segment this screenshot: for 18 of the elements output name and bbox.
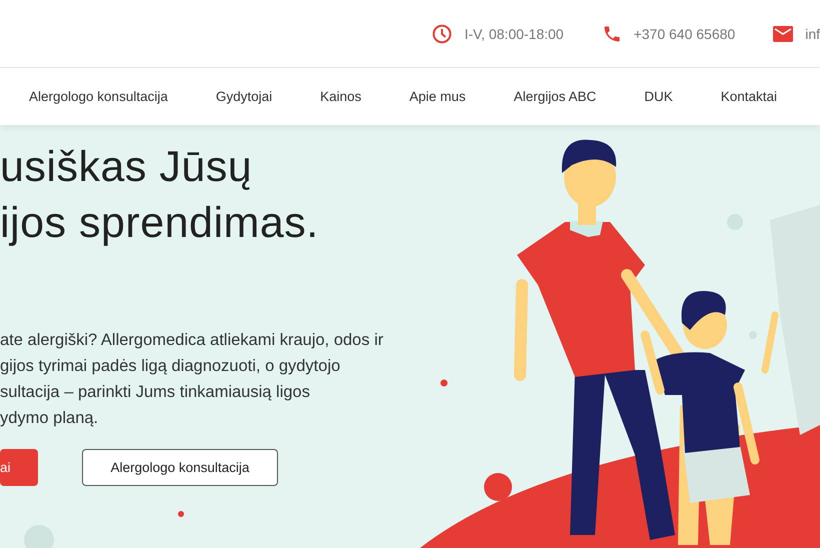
nav-link[interactable]: Alergologo konsultacija (29, 89, 168, 104)
phone-icon (602, 24, 622, 44)
consultation-button[interactable]: Alergologo konsultacija (82, 449, 278, 486)
mail-icon (773, 26, 794, 42)
nav-link[interactable]: Kontaktai (720, 89, 778, 104)
hero-headline: usiškas Jūsų ijos sprendimas. (0, 142, 320, 249)
clock-icon (432, 24, 452, 44)
hero-paragraph: ate alergiški? Allergomedica atliekami kraujo, odos ir gijos tyrimai padės ligą diagnozuoti, o gydytojo sultacija – parinkti Jums tinkamiausią ligos ydymo planą. (0, 330, 384, 429)
nav-link[interactable]: Alergijos ABC (514, 89, 596, 104)
primary-button[interactable]: ai (0, 449, 38, 486)
nav-link[interactable]: Gydytojai (216, 89, 272, 104)
nav-link[interactable]: DUK (644, 89, 673, 104)
decor-dot (178, 511, 184, 517)
contact-text: +370 640 65680 (634, 26, 736, 42)
contact-text: I-V, 08:00-18:00 (464, 26, 564, 42)
nav-link[interactable]: Apie mus (409, 89, 466, 104)
contact-text: inf (805, 26, 820, 42)
nav-link[interactable]: Kainos (320, 89, 362, 104)
